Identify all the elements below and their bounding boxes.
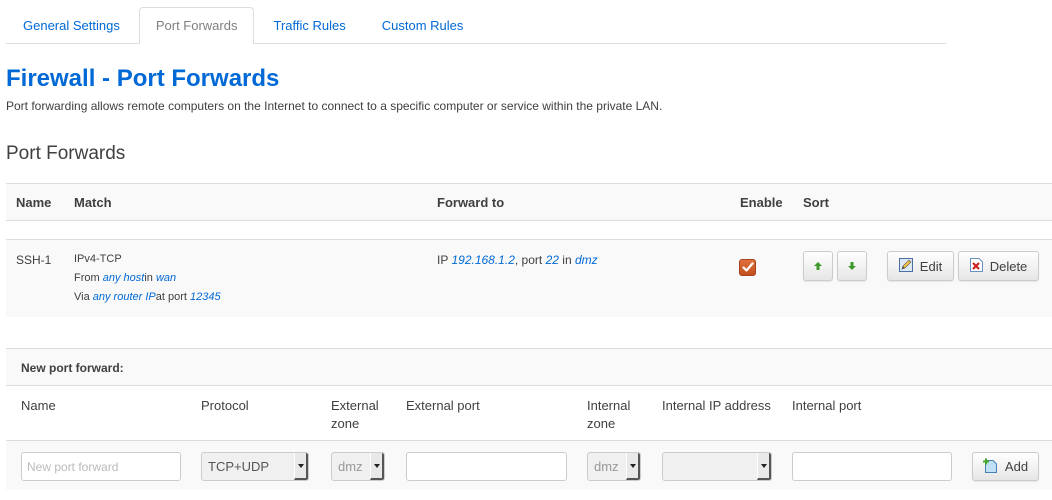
header-sort: Sort [803, 195, 829, 210]
forward-port: 22 [545, 253, 559, 267]
internal-zone-select[interactable]: dmz [587, 452, 641, 481]
delete-icon [969, 257, 983, 275]
add-button[interactable]: Add [972, 452, 1039, 481]
via-port: 12345 [190, 291, 221, 303]
delete-label: Delete [989, 258, 1028, 274]
page-description: Port forwarding allows remote computers … [6, 99, 663, 113]
new-forward-columns: Name Protocol External zone External por… [6, 386, 1052, 441]
match-from: From any hostin wan [74, 269, 221, 288]
match-via: Via any router IPat port 12345 [74, 288, 221, 307]
tab-traffic-rules[interactable]: Traffic Rules [256, 7, 362, 43]
new-forward-name-input[interactable] [21, 452, 181, 481]
tab-port-forwards[interactable]: Port Forwards [138, 7, 255, 44]
forward-in: in [562, 253, 572, 267]
chevron-down-icon [294, 453, 308, 480]
from-host: any host [102, 272, 145, 284]
chevron-down-icon [757, 453, 771, 480]
edit-label: Edit [919, 258, 943, 274]
col-external-zone: External zone [331, 398, 379, 431]
table-spacer [6, 221, 1052, 239]
table-header: Name Match Forward to Enable Sort [6, 183, 1052, 221]
via-ip: any router IP [92, 291, 156, 303]
chevron-down-icon [370, 453, 384, 480]
new-forward-header: New port forward: [6, 348, 1052, 386]
page-title: Firewall - Port Forwards [6, 65, 280, 92]
arrow-up-icon [814, 262, 822, 270]
from-zone: wan [155, 272, 177, 284]
internal-ip-select[interactable] [662, 452, 772, 481]
forward-port-prefix: , port [514, 253, 543, 267]
rule-forward-to: IP 192.168.1.2, port 22 in dmz [437, 253, 598, 267]
external-port-input[interactable] [406, 452, 567, 481]
header-name: Name [16, 195, 52, 210]
checkmark-icon [742, 262, 754, 272]
chevron-down-icon [626, 453, 640, 480]
external-zone-select[interactable]: dmz [331, 452, 385, 481]
move-down-button[interactable] [837, 251, 867, 281]
tab-bar: General Settings Port Forwards Traffic R… [6, 7, 946, 44]
match-protocol: IPv4-TCP [74, 253, 122, 265]
via-prefix: Via [74, 291, 90, 303]
edit-icon [898, 257, 913, 275]
from-prefix: From [74, 272, 100, 284]
col-name: Name [21, 398, 56, 413]
move-up-button[interactable] [803, 251, 833, 281]
add-label: Add [1004, 459, 1029, 474]
tab-general-settings[interactable]: General Settings [6, 7, 137, 43]
internal-port-input[interactable] [792, 452, 952, 481]
from-in: in [144, 272, 153, 284]
forward-ip-prefix: IP [437, 253, 449, 267]
col-protocol: Protocol [201, 398, 249, 413]
header-forward-to: Forward to [437, 195, 505, 210]
tab-custom-rules[interactable]: Custom Rules [365, 7, 481, 43]
col-internal-ip: Internal IP address [662, 398, 771, 413]
rule-name: SSH-1 [16, 253, 52, 267]
col-internal-zone: Internal zone [587, 398, 631, 431]
enable-checkbox[interactable] [739, 259, 756, 276]
col-internal-port: Internal port [792, 398, 862, 413]
add-icon [982, 458, 998, 476]
protocol-select[interactable]: TCP+UDP [201, 452, 309, 481]
arrow-down-icon [848, 262, 856, 270]
forward-ip: 192.168.1.2 [451, 253, 515, 267]
edit-button[interactable]: Edit [887, 251, 954, 281]
delete-button[interactable]: Delete [958, 251, 1039, 281]
header-match: Match [74, 195, 112, 210]
section-title: Port Forwards [6, 143, 126, 164]
header-enable: Enable [740, 195, 783, 210]
col-external-port: External port [406, 398, 480, 413]
rule-match: IPv4-TCP From any hostin wan Via any rou… [74, 250, 221, 307]
table-row: SSH-1 IPv4-TCP From any hostin wan Via a… [6, 239, 1052, 317]
new-forward-inputs: TCP+UDP dmz dmz Add [6, 441, 1052, 490]
via-port-prefix: at port [155, 291, 187, 303]
new-forward-title: New port forward: [21, 361, 124, 375]
forward-zone: dmz [574, 253, 598, 267]
